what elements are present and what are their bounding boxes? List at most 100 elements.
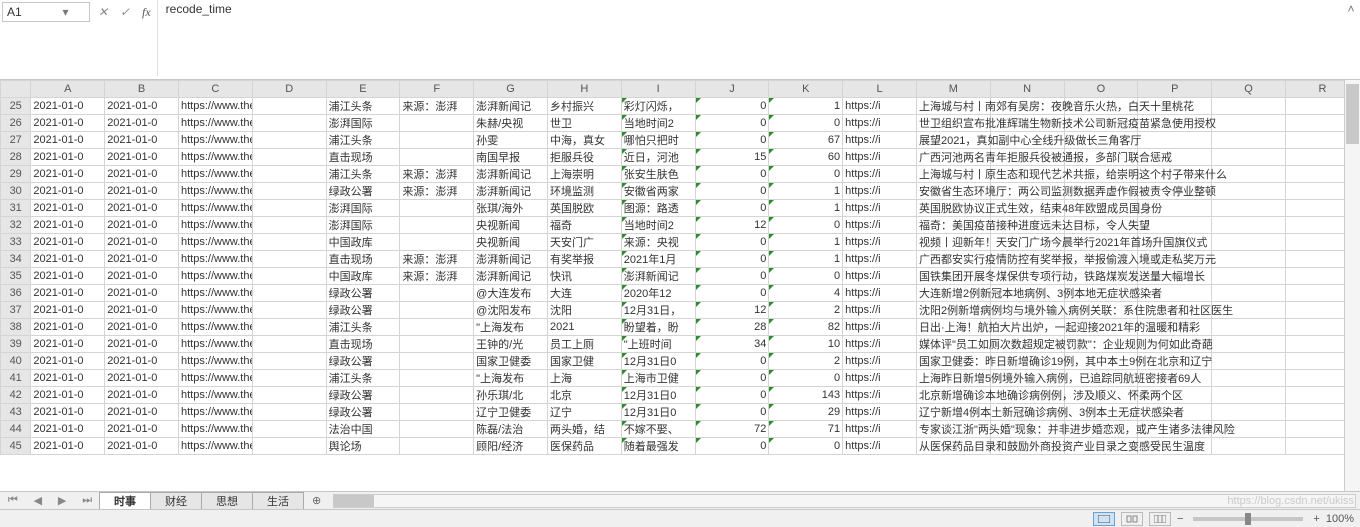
cell[interactable]: [1212, 319, 1286, 336]
cell[interactable]: 2021-01-0: [105, 98, 179, 115]
cell[interactable]: https://i: [843, 251, 917, 268]
cell[interactable]: 0: [695, 183, 769, 200]
cell[interactable]: [400, 421, 474, 438]
cell[interactable]: 拒服兵役: [547, 149, 621, 166]
cell[interactable]: [400, 336, 474, 353]
cell[interactable]: 浦江头条: [326, 98, 400, 115]
cell[interactable]: [252, 166, 326, 183]
cell[interactable]: 2021-01-0: [31, 421, 105, 438]
cell[interactable]: 浦江头条: [326, 370, 400, 387]
cell[interactable]: https://www.thepap: [178, 132, 252, 149]
cell[interactable]: https://i: [843, 387, 917, 404]
cell[interactable]: 0: [695, 268, 769, 285]
cell[interactable]: [252, 302, 326, 319]
cell[interactable]: [1212, 370, 1286, 387]
cell[interactable]: 朱赫/央视: [474, 115, 548, 132]
tab-last-icon[interactable]: ⏭: [82, 494, 92, 507]
cell[interactable]: [400, 115, 474, 132]
cell[interactable]: 2021-01-0: [105, 251, 179, 268]
col-header-C[interactable]: C: [178, 81, 252, 98]
cell[interactable]: 2: [769, 353, 843, 370]
cell[interactable]: 28: [695, 319, 769, 336]
cell[interactable]: https://i: [843, 217, 917, 234]
cell[interactable]: 1: [769, 200, 843, 217]
cell[interactable]: 孙乐琪/北: [474, 387, 548, 404]
cell[interactable]: 0: [695, 115, 769, 132]
col-header-L[interactable]: L: [843, 81, 917, 98]
cell[interactable]: 浦江头条: [326, 166, 400, 183]
cell[interactable]: 有奖举报: [547, 251, 621, 268]
cell[interactable]: [252, 183, 326, 200]
col-header-E[interactable]: E: [326, 81, 400, 98]
cell[interactable]: 67: [769, 132, 843, 149]
cell[interactable]: [252, 438, 326, 455]
cell[interactable]: 沈阳: [547, 302, 621, 319]
cell[interactable]: https://www.thepap: [178, 438, 252, 455]
cell[interactable]: [1212, 132, 1286, 149]
tab-first-icon[interactable]: ⏮: [8, 494, 18, 507]
cell[interactable]: 绿政公署: [326, 183, 400, 200]
cell[interactable]: 南国早报: [474, 149, 548, 166]
col-header-D[interactable]: D: [252, 81, 326, 98]
cell[interactable]: 环境监测: [547, 183, 621, 200]
cell[interactable]: 上海城与村丨南郊有吴房：夜晚音乐火热，白天十里桃花: [916, 98, 990, 115]
cell[interactable]: 盼望着，盼: [621, 319, 695, 336]
cell[interactable]: 2021-01-0: [31, 370, 105, 387]
cell[interactable]: 国铁集团开展冬煤保供专项行动，铁路煤炭发送量大幅增长: [916, 268, 990, 285]
cell[interactable]: 0: [695, 166, 769, 183]
worksheet-grid[interactable]: ABCDEFGHIJKLMNOPQR 252021-01-02021-01-0h…: [0, 80, 1360, 491]
cell[interactable]: https://i: [843, 166, 917, 183]
cell[interactable]: 中国政库: [326, 268, 400, 285]
cell[interactable]: [252, 98, 326, 115]
cell[interactable]: https://www.thepap: [178, 285, 252, 302]
tab-next-icon[interactable]: ▶: [58, 494, 66, 507]
cell[interactable]: 澎湃新闻记: [474, 251, 548, 268]
cell[interactable]: [1212, 438, 1286, 455]
row-header[interactable]: 45: [1, 438, 31, 455]
cell[interactable]: 2: [769, 302, 843, 319]
cell[interactable]: 绿政公署: [326, 387, 400, 404]
cell[interactable]: 世卫组织宣布批准辉瑞生物新技术公司新冠疫苗紧急使用授权: [916, 115, 990, 132]
view-normal-icon[interactable]: [1093, 512, 1115, 526]
add-sheet-button[interactable]: ⊕: [304, 494, 329, 507]
cell[interactable]: 60: [769, 149, 843, 166]
cell[interactable]: 澎湃国际: [326, 217, 400, 234]
cell[interactable]: https://i: [843, 234, 917, 251]
cell[interactable]: 来源：澎湃: [400, 251, 474, 268]
cell[interactable]: 央视新闻: [474, 217, 548, 234]
cell[interactable]: 82: [769, 319, 843, 336]
cell[interactable]: 2021-01-0: [105, 115, 179, 132]
cell[interactable]: https://i: [843, 353, 917, 370]
cell[interactable]: 澎湃新闻记: [474, 268, 548, 285]
cell[interactable]: 2021-01-0: [31, 404, 105, 421]
cell[interactable]: 快讯: [547, 268, 621, 285]
cell[interactable]: 2021-01-0: [31, 438, 105, 455]
cancel-icon[interactable]: ✕: [92, 2, 114, 22]
cell[interactable]: 展望2021，真如副中心全线升级做长三角客厅: [916, 132, 990, 149]
row-header[interactable]: 30: [1, 183, 31, 200]
cell[interactable]: https://i: [843, 149, 917, 166]
cell[interactable]: @沈阳发布: [474, 302, 548, 319]
cell[interactable]: 澎湃新闻记: [621, 268, 695, 285]
cell[interactable]: "上班时间: [621, 336, 695, 353]
cell[interactable]: 从医保药品目录和鼓励外商投资产业目录之变感受民生温度: [916, 438, 990, 455]
cell[interactable]: 澎湃新闻记: [474, 183, 548, 200]
cell[interactable]: 2021-01-0: [31, 183, 105, 200]
cell[interactable]: 来源：央视: [621, 234, 695, 251]
tab-prev-icon[interactable]: ◀: [34, 494, 42, 507]
cell[interactable]: 72: [695, 421, 769, 438]
cell[interactable]: 来源：澎湃: [400, 268, 474, 285]
cell[interactable]: [400, 370, 474, 387]
cell[interactable]: 12月31日0: [621, 404, 695, 421]
cell[interactable]: 彩灯闪烁，: [621, 98, 695, 115]
cell[interactable]: [400, 404, 474, 421]
cell[interactable]: 29: [769, 404, 843, 421]
row-header[interactable]: 32: [1, 217, 31, 234]
cell[interactable]: 1: [769, 234, 843, 251]
cell[interactable]: 2021-01-0: [105, 353, 179, 370]
cell[interactable]: 10: [769, 336, 843, 353]
cell[interactable]: 0: [769, 217, 843, 234]
cell[interactable]: 张琪/海外: [474, 200, 548, 217]
row-header[interactable]: 42: [1, 387, 31, 404]
cell[interactable]: 2021-01-0: [31, 166, 105, 183]
